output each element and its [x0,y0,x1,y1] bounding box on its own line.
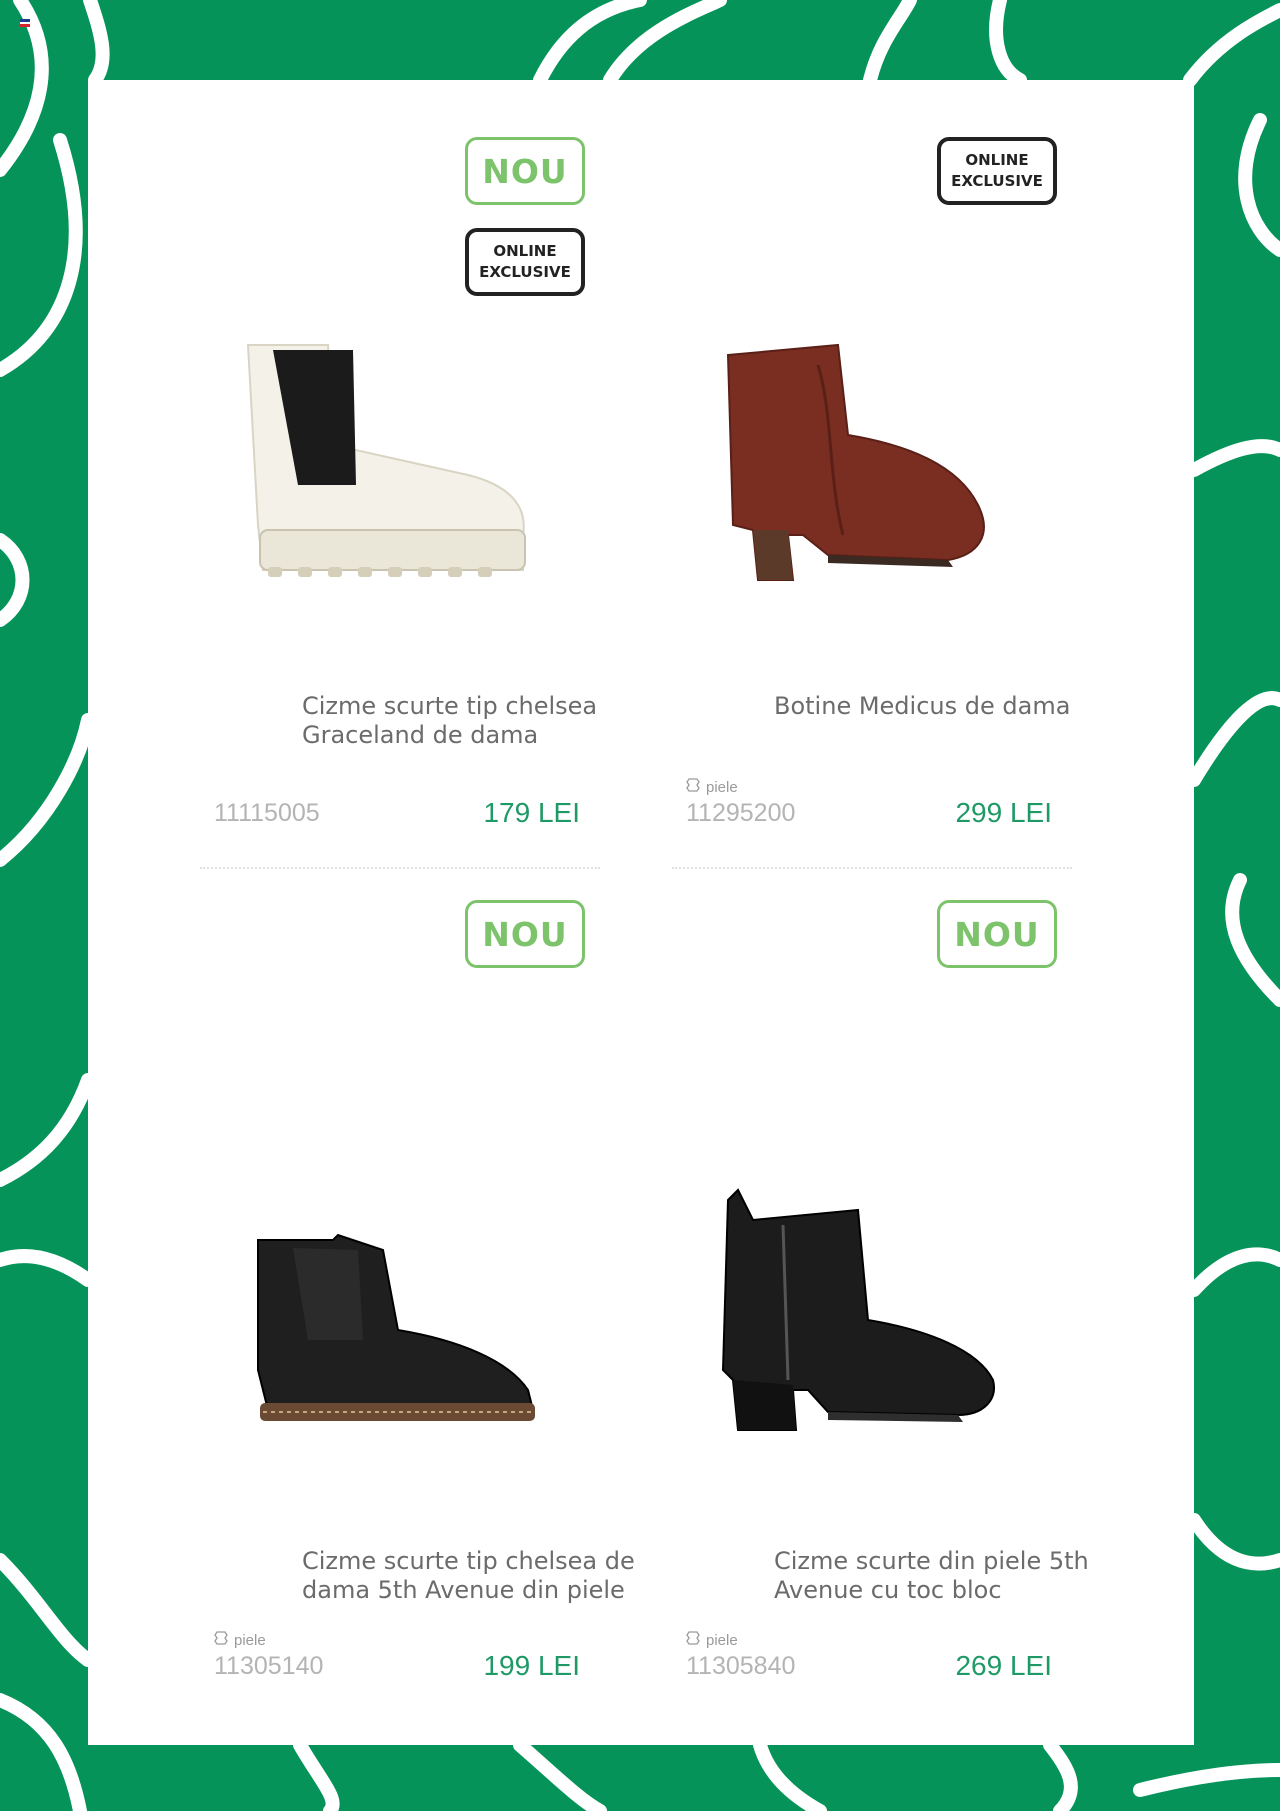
material-text: piele [706,778,738,796]
product-title[interactable]: Cizme scurte tip chelsea de dama 5th Ave… [302,1547,682,1605]
material-label: piele [214,1631,266,1649]
product-image-white-chelsea-boot[interactable] [238,325,558,605]
material-label: piele [686,1631,738,1649]
leather-icon [214,1631,228,1649]
leather-icon [686,1631,700,1649]
row-divider [672,867,1072,869]
product-code: 11295200 [686,799,796,827]
product-price: 179 LEI [483,797,580,828]
product-image-black-block-heel-boot[interactable] [708,1180,1028,1440]
material-text: piele [706,1631,738,1649]
product-price: 299 LEI [955,797,1052,828]
new-badge: NOU [937,900,1057,968]
new-badge: NOU [465,900,585,968]
product-title[interactable]: Botine Medicus de dama [774,692,1154,721]
product-code: 11305840 [686,1652,796,1680]
new-badge: NOU [465,137,585,205]
language-flag-icon[interactable] [20,19,30,28]
product-image-brown-heeled-bootie[interactable] [708,335,1028,605]
online-exclusive-badge: ONLINE EXCLUSIVE [937,137,1057,205]
product-image-black-chelsea-boot[interactable] [238,1220,558,1440]
product-price: 199 LEI [483,1650,580,1681]
material-label: piele [686,778,738,796]
product-price: 269 LEI [955,1650,1052,1681]
row-divider [200,867,600,869]
product-title[interactable]: Cizme scurte tip chelsea Graceland de da… [302,692,682,750]
material-text: piele [234,1631,266,1649]
product-catalog-page: NOU ONLINE EXCLUSIVE Cizme scurte tip ch… [88,80,1194,1745]
leather-icon [686,778,700,796]
product-code: 11305140 [214,1652,324,1680]
product-title[interactable]: Cizme scurte din piele 5th Avenue cu toc… [774,1547,1154,1605]
online-exclusive-badge: ONLINE EXCLUSIVE [465,228,585,296]
product-code: 11115005 [214,799,320,827]
